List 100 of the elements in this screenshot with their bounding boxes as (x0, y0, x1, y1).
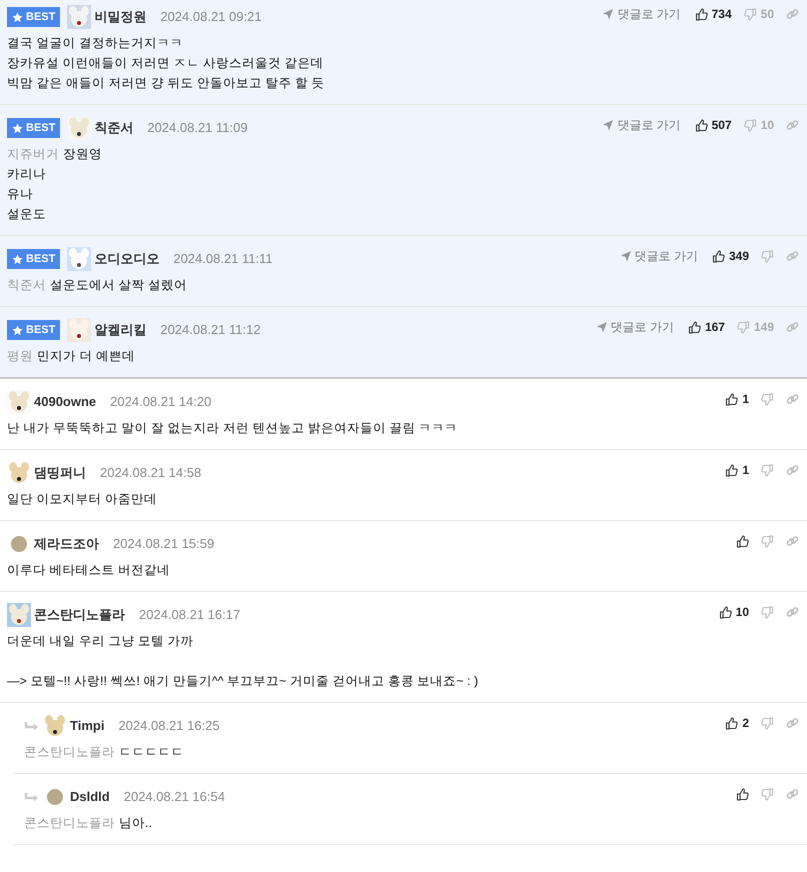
link-icon[interactable] (786, 8, 799, 20)
goto-link[interactable]: 댓글로 가기 (596, 318, 674, 336)
thumbs-up-icon (694, 118, 708, 132)
best-badge: BEST (7, 118, 60, 138)
best-badge: BEST (7, 248, 60, 270)
thumbs-down-icon (761, 788, 774, 800)
star-icon (12, 254, 23, 264)
star-icon (12, 122, 23, 134)
like-button[interactable]: 2 (725, 714, 749, 732)
goto-link[interactable]: 댓글로 가기 (602, 5, 681, 23)
comment-text: 장카유설 이런애들이 저러면 ㅈㄴ 사랑스러울것 같은데 (7, 55, 324, 72)
comment-text: 난 내가 무뚝뚝하고 말이 잘 없는지라 저런 텐션높고 밝은여자들이 끌림 ㅋㅋㅋ (7, 420, 459, 437)
like-button[interactable] (736, 788, 749, 800)
dislike-button[interactable] (761, 606, 774, 618)
thumbs-down-icon (761, 606, 774, 618)
comment-text: 카리나 (7, 166, 47, 183)
thumbs-down-icon (736, 320, 750, 334)
nickname[interactable]: 칙준서 (94, 118, 134, 138)
comment-date: 2024.08.21 16:17 (139, 606, 240, 624)
goto-link[interactable]: 댓글로 가기 (602, 116, 681, 134)
thumbs-down-icon (761, 392, 774, 406)
comment-text: 결국 얼굴이 결정하는거지ㅋㅋ (7, 35, 184, 52)
goto-link[interactable]: 댓글로 가기 (620, 247, 698, 265)
like-button[interactable]: 349 (712, 247, 749, 265)
nickname[interactable]: 콘스탄디노플라 (34, 605, 125, 625)
nickname[interactable]: 댐띵퍼니 (34, 463, 86, 483)
thumbs-down-icon (761, 534, 774, 548)
dislike-button[interactable] (761, 464, 774, 476)
best-badge: BEST (7, 6, 60, 28)
star-icon (12, 324, 23, 336)
dislike-button[interactable] (761, 788, 774, 800)
send-icon (602, 8, 614, 20)
thumbs-up-icon (688, 320, 701, 334)
comment-text: 이루다 베타테스트 버전같네 (7, 562, 171, 579)
thumbs-down-icon (761, 250, 774, 262)
comment-date: 2024.08.21 11:11 (173, 250, 273, 268)
nickname[interactable]: Timpi (70, 716, 104, 736)
link-icon[interactable] (786, 393, 799, 405)
thumbs-up-icon (694, 8, 708, 20)
thumbs-up-icon (725, 716, 738, 730)
comment-text: 유나 (7, 186, 34, 203)
comment-date: 2024.08.21 14:20 (110, 393, 212, 412)
thumbs-down-icon (744, 8, 757, 20)
thumbs-down-icon (744, 118, 757, 132)
nickname[interactable]: 알켈리킬 (94, 320, 146, 340)
send-icon (602, 119, 614, 131)
link-icon[interactable] (786, 717, 799, 729)
comment-date: 2024.08.21 09:21 (160, 8, 262, 26)
nickname[interactable]: 제라드조아 (34, 534, 99, 554)
comment-text: 님아.. (119, 816, 152, 830)
dislike-button[interactable] (761, 716, 774, 730)
dislike-button[interactable] (761, 534, 774, 548)
thumbs-up-icon (736, 534, 749, 548)
nickname[interactable]: 오디오디오 (94, 249, 160, 269)
like-button[interactable]: 167 (688, 318, 725, 336)
link-icon[interactable] (786, 788, 799, 800)
like-button[interactable]: 507 (694, 116, 732, 134)
thumbs-down-icon (761, 716, 774, 730)
comment-text: 장원영 (63, 147, 102, 161)
like-button[interactable]: 1 (725, 461, 749, 479)
thumbs-down-icon (761, 464, 774, 476)
like-button[interactable]: 1 (725, 390, 749, 408)
star-icon (12, 12, 23, 22)
nickname[interactable]: 비밀정원 (94, 7, 146, 27)
comment-text: 민지가 더 예쁜데 (37, 349, 135, 363)
comment-text: 설운도에서 살짝 설렜어 (50, 278, 187, 292)
link-icon[interactable] (786, 535, 799, 547)
like-button[interactable] (736, 534, 749, 548)
reply-arrow-icon (24, 720, 39, 732)
link-icon[interactable] (786, 119, 799, 131)
comment-text: —> 모텔~!! 사랑!! 쎅쓰! 애기 만들기^^ 부끄부끄~ 거미줄 걷어내고 홍콩 보내죠~ : ) (7, 673, 480, 690)
thumbs-up-icon (736, 788, 749, 800)
send-icon (596, 321, 608, 333)
nickname[interactable]: Dsldld (70, 787, 110, 807)
comment-date: 2024.08.21 11:09 (147, 119, 248, 138)
comment-date: 2024.08.21 14:58 (100, 464, 202, 482)
like-button[interactable]: 10 (718, 603, 749, 621)
comment-date: 2024.08.21 15:59 (113, 535, 214, 554)
send-icon (620, 250, 632, 262)
thumbs-up-icon (718, 606, 732, 618)
comment-text: 일단 이모지부터 아줌만데 (7, 491, 158, 508)
comment-text: 빅맘 같은 애들이 저러면 걍 뒤도 안돌아보고 탈주 할 듯 (7, 75, 326, 92)
dislike-button[interactable] (761, 392, 774, 406)
thumbs-up-icon (712, 250, 725, 262)
link-icon[interactable] (786, 250, 799, 262)
comment-text: ㄷㄷㄷㄷㄷ (119, 745, 184, 759)
like-button[interactable]: 734 (694, 5, 732, 23)
thumbs-up-icon (725, 464, 738, 476)
best-badge: BEST (7, 320, 60, 340)
comment-date: 2024.08.21 11:12 (160, 321, 261, 340)
dislike-button[interactable] (761, 250, 774, 262)
reply-arrow-icon (24, 792, 39, 802)
link-icon[interactable] (786, 606, 799, 618)
nickname[interactable]: 4090owne (34, 392, 96, 412)
thumbs-up-icon (725, 392, 738, 406)
comment-text: 설운도 (7, 206, 47, 223)
comment-date: 2024.08.21 16:54 (124, 788, 225, 806)
link-icon[interactable] (786, 321, 799, 333)
link-icon[interactable] (786, 464, 799, 476)
comment-text: 더운데 내일 우리 그냥 모텔 가까 (7, 633, 194, 650)
